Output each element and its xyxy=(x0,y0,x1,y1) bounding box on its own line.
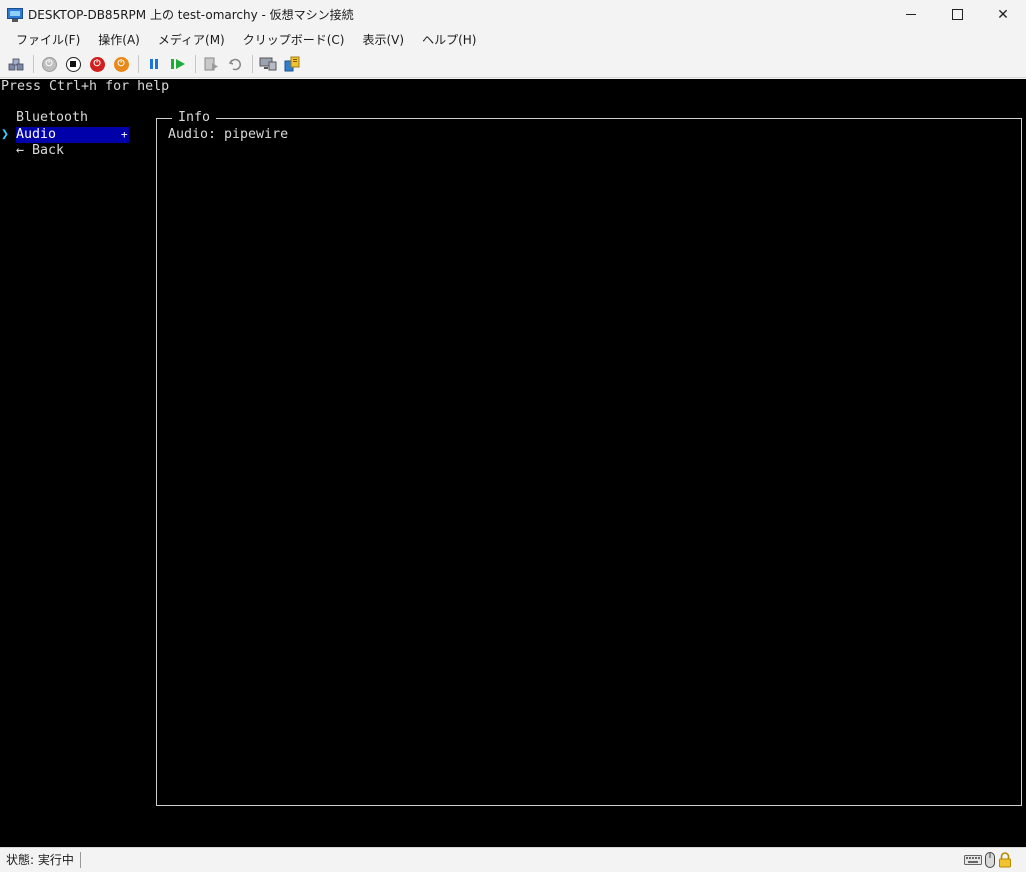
info-panel xyxy=(156,118,1022,806)
nav-item-bluetooth[interactable]: Bluetooth xyxy=(16,110,88,126)
revert-icon[interactable] xyxy=(224,53,246,75)
status-text: 状態: 実行中 xyxy=(6,852,81,868)
lock-icon xyxy=(998,852,1012,871)
toolbar-separator xyxy=(195,55,196,73)
info-audio-text: Audio: pipewire xyxy=(168,127,289,142)
close-button[interactable]: ✕ xyxy=(980,0,1026,29)
menu-clipboard[interactable]: クリップボード(C) xyxy=(234,29,354,51)
start-icon[interactable]: ⏻ xyxy=(38,53,60,75)
ctrl-alt-del-icon[interactable] xyxy=(5,53,27,75)
nav-item-back[interactable]: ← Back xyxy=(16,143,64,159)
keyboard-icon xyxy=(964,854,982,869)
toolbar-separator xyxy=(252,55,253,73)
nav-item-audio[interactable]: Audio xyxy=(16,127,56,143)
maximize-button[interactable] xyxy=(934,0,980,29)
enhanced-session-icon[interactable] xyxy=(257,53,279,75)
vm-console-screen[interactable]: Press Ctrl+h for help Bluetooth ❯ Audio … xyxy=(0,79,1026,847)
menu-view[interactable]: 表示(V) xyxy=(354,29,414,51)
window-controls: ✕ xyxy=(888,0,1026,29)
help-hint: Press Ctrl+h for help xyxy=(1,79,170,94)
toolbar-separator xyxy=(33,55,34,73)
menu-file[interactable]: ファイル(F) xyxy=(7,29,89,51)
toolbar: ⏻ ⏻ ⏻ xyxy=(0,51,1026,78)
menu-action[interactable]: 操作(A) xyxy=(89,29,149,51)
resume-icon[interactable] xyxy=(167,53,189,75)
status-icons xyxy=(964,852,1012,871)
checkpoint-icon[interactable] xyxy=(200,53,222,75)
save-icon[interactable]: ⏻ xyxy=(110,53,132,75)
status-bar: 状態: 実行中 xyxy=(0,847,1026,872)
vm-connect-icon xyxy=(7,7,23,23)
window-title: DESKTOP-DB85RPM 上の test-omarchy - 仮想マシン接… xyxy=(28,8,354,22)
menu-media[interactable]: メディア(M) xyxy=(149,29,234,51)
turn-off-icon[interactable] xyxy=(62,53,84,75)
info-panel-title: Info xyxy=(172,110,217,126)
menu-bar: ファイル(F) 操作(A) メディア(M) クリップボード(C) 表示(V) ヘ… xyxy=(0,29,1026,51)
shutdown-icon[interactable]: ⏻ xyxy=(86,53,108,75)
pause-icon[interactable] xyxy=(143,53,165,75)
selection-cursor: ❯ xyxy=(1,127,10,142)
menu-help[interactable]: ヘルプ(H) xyxy=(413,29,485,51)
title-bar[interactable]: DESKTOP-DB85RPM 上の test-omarchy - 仮想マシン接… xyxy=(0,0,1026,29)
minimize-button[interactable] xyxy=(888,0,934,29)
share-icon[interactable] xyxy=(281,53,303,75)
selected-marker: + xyxy=(121,128,128,141)
mouse-icon xyxy=(985,852,995,871)
toolbar-separator xyxy=(138,55,139,73)
